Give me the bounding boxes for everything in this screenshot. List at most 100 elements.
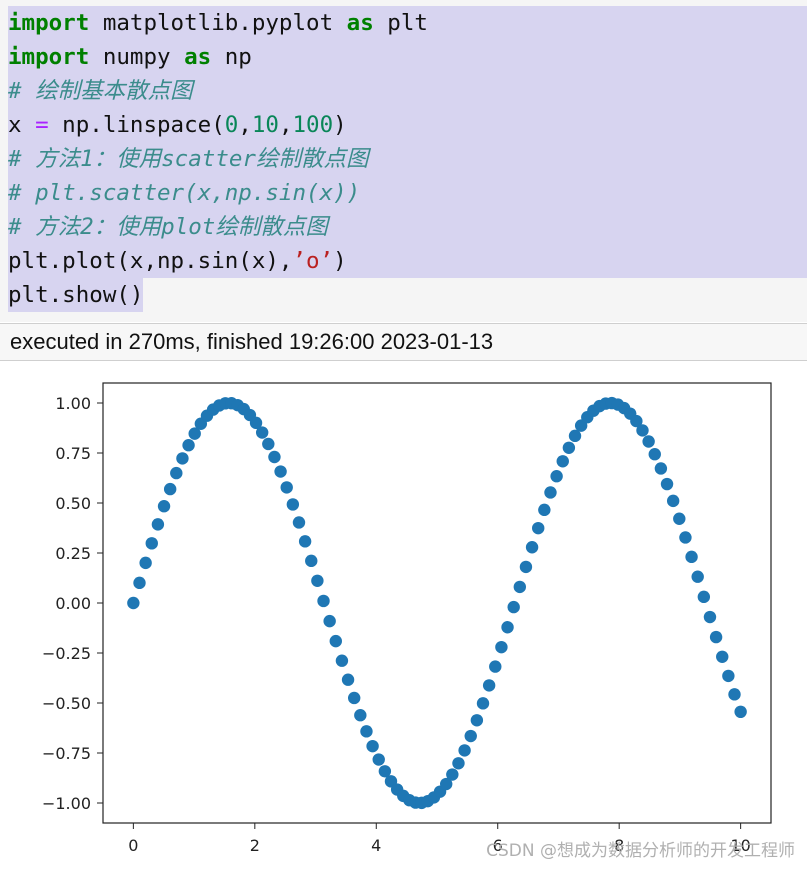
data-point xyxy=(666,494,680,508)
data-point xyxy=(544,486,557,499)
data-point xyxy=(366,739,379,753)
data-point xyxy=(470,714,484,727)
data-point xyxy=(163,482,177,496)
data-point xyxy=(489,660,502,673)
code-comment: # 绘制基本散点图 xyxy=(8,78,193,104)
data-point xyxy=(372,753,385,766)
data-point xyxy=(280,481,293,494)
data-point xyxy=(182,439,195,452)
data-point xyxy=(722,669,735,683)
execution-status-bar: executed in 270ms, finished 19:26:00 202… xyxy=(0,323,807,361)
code-line-4: x = np.linspace(0,10,100) xyxy=(8,108,807,142)
number-literal: 0 xyxy=(224,112,239,138)
y-tick-label: 0.75 xyxy=(55,444,91,463)
data-point xyxy=(532,521,545,535)
y-tick-label: −0.25 xyxy=(42,644,91,663)
data-point xyxy=(495,640,508,654)
data-point xyxy=(525,541,539,554)
code-line-1: import matplotlib.pyplot as plt xyxy=(8,6,807,40)
data-point xyxy=(292,516,306,529)
code-text: plt xyxy=(373,10,428,36)
data-point xyxy=(519,560,533,574)
data-point xyxy=(556,455,569,468)
data-point xyxy=(501,621,514,634)
data-point xyxy=(697,590,711,604)
data-point xyxy=(654,462,668,475)
data-point xyxy=(709,630,723,644)
code-text: ) xyxy=(333,248,347,274)
data-point xyxy=(507,600,520,614)
number-literal: 10 xyxy=(251,112,279,138)
data-point xyxy=(127,596,140,610)
y-tick-label: −0.75 xyxy=(42,744,91,763)
code-text: ) xyxy=(333,112,347,138)
data-point xyxy=(274,465,287,478)
data-point xyxy=(255,426,269,439)
code-line-3: # 绘制基本散点图 xyxy=(8,74,807,108)
data-point xyxy=(648,448,661,461)
code-text: numpy xyxy=(89,44,185,70)
code-comment: # 方法1：使用scatter绘制散点图 xyxy=(8,146,369,172)
data-point xyxy=(691,570,704,583)
y-tick-label: 0.00 xyxy=(55,594,91,613)
code-line-8: plt.plot(x,np.sin(x),’o’) xyxy=(8,244,807,278)
data-point xyxy=(145,537,158,550)
code-text: plt.plot(x,np.sin(x), xyxy=(8,248,293,274)
string-literal: ’o’ xyxy=(292,248,334,274)
keyword-as: as xyxy=(346,10,374,36)
sine-scatter-chart: 1.00 0.75 0.50 0.25 0.00 −0.25 −0.50 −0.75 −1.00… xyxy=(42,382,772,855)
data-point xyxy=(679,531,692,544)
y-tick-label: 0.50 xyxy=(55,494,91,513)
code-editor[interactable]: import matplotlib.pyplot as plt import n… xyxy=(8,6,807,312)
data-point xyxy=(323,614,336,628)
y-tick-label: −0.50 xyxy=(42,694,91,713)
data-point xyxy=(550,470,563,483)
code-text: np xyxy=(211,44,252,70)
data-point xyxy=(685,550,698,564)
data-point xyxy=(446,768,459,781)
data-point xyxy=(341,673,355,686)
keyword-import: import xyxy=(8,10,90,36)
data-point xyxy=(262,437,275,451)
data-point xyxy=(703,610,717,624)
code-text: , xyxy=(278,112,293,138)
data-point xyxy=(335,654,349,667)
output-plot: 1.00 0.75 0.50 0.25 0.00 −0.25 −0.50 −0.75 −1.00… xyxy=(0,361,807,867)
code-line-5: # 方法1：使用scatter绘制散点图 xyxy=(8,142,807,176)
data-point xyxy=(317,594,330,608)
data-point xyxy=(728,688,741,701)
data-point xyxy=(329,634,342,648)
x-tick-label: 4 xyxy=(371,836,381,855)
data-point xyxy=(716,650,729,663)
y-tick-label: −1.00 xyxy=(42,794,91,813)
data-point xyxy=(298,535,312,548)
data-point xyxy=(452,757,465,770)
keyword-as: as xyxy=(184,44,212,70)
code-comment: # plt.scatter(x,np.sin(x)) xyxy=(8,180,361,206)
data-point xyxy=(157,500,171,513)
data-point xyxy=(636,424,649,437)
data-point xyxy=(354,709,367,722)
data-point xyxy=(305,554,318,568)
number-literal: 100 xyxy=(292,112,334,138)
code-line-9: plt.show() xyxy=(8,278,807,312)
data-point xyxy=(734,705,747,719)
plot-frame xyxy=(102,382,772,824)
data-point xyxy=(538,503,551,517)
code-text: plt.show() xyxy=(8,282,144,308)
data-point xyxy=(513,580,527,594)
data-point xyxy=(464,729,477,743)
code-comment: # 方法2：使用plot绘制散点图 xyxy=(8,214,328,240)
code-cell[interactable]: import matplotlib.pyplot as plt import n… xyxy=(0,0,807,322)
data-point xyxy=(311,574,324,587)
keyword-import: import xyxy=(8,44,90,70)
code-text: , xyxy=(238,112,252,138)
operator-equals: = xyxy=(35,112,49,138)
data-point xyxy=(133,576,146,590)
code-line-6: # plt.scatter(x,np.sin(x)) xyxy=(8,176,807,210)
data-point xyxy=(360,725,373,738)
code-text: matplotlib.pyplot xyxy=(89,10,347,36)
watermark: CSDN @想成为数据分析师的开发工程师 xyxy=(486,841,795,861)
data-point xyxy=(286,498,300,511)
data-point xyxy=(176,452,189,465)
